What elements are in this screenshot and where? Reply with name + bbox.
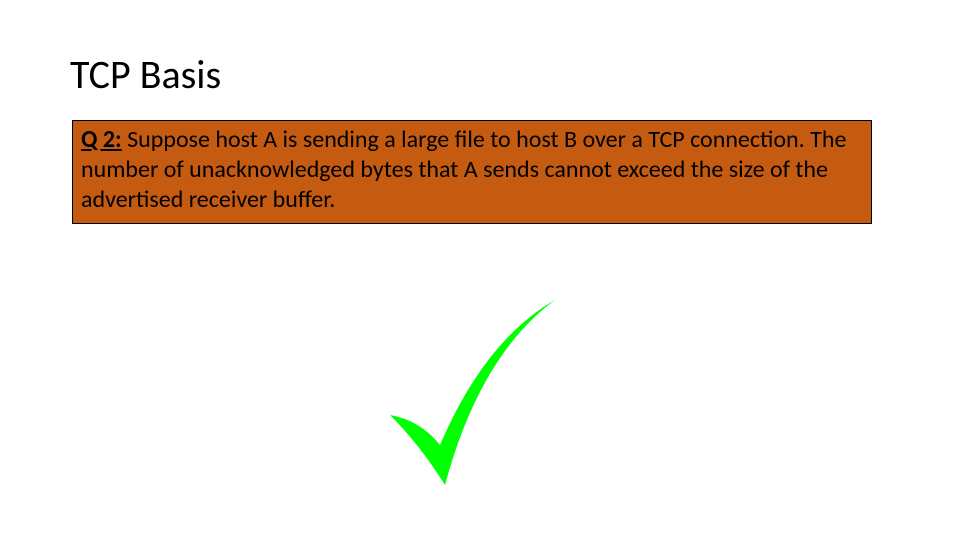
slide-title: TCP Basis [70, 50, 221, 99]
question-label: Q 2: [81, 125, 122, 154]
question-box: Q 2: Suppose host A is sending a large f… [72, 120, 872, 224]
checkmark-icon [360, 285, 580, 505]
question-text: Suppose host A is sending a large file t… [81, 125, 846, 214]
slide: TCP Basis Q 2: Suppose host A is sending… [0, 0, 960, 540]
